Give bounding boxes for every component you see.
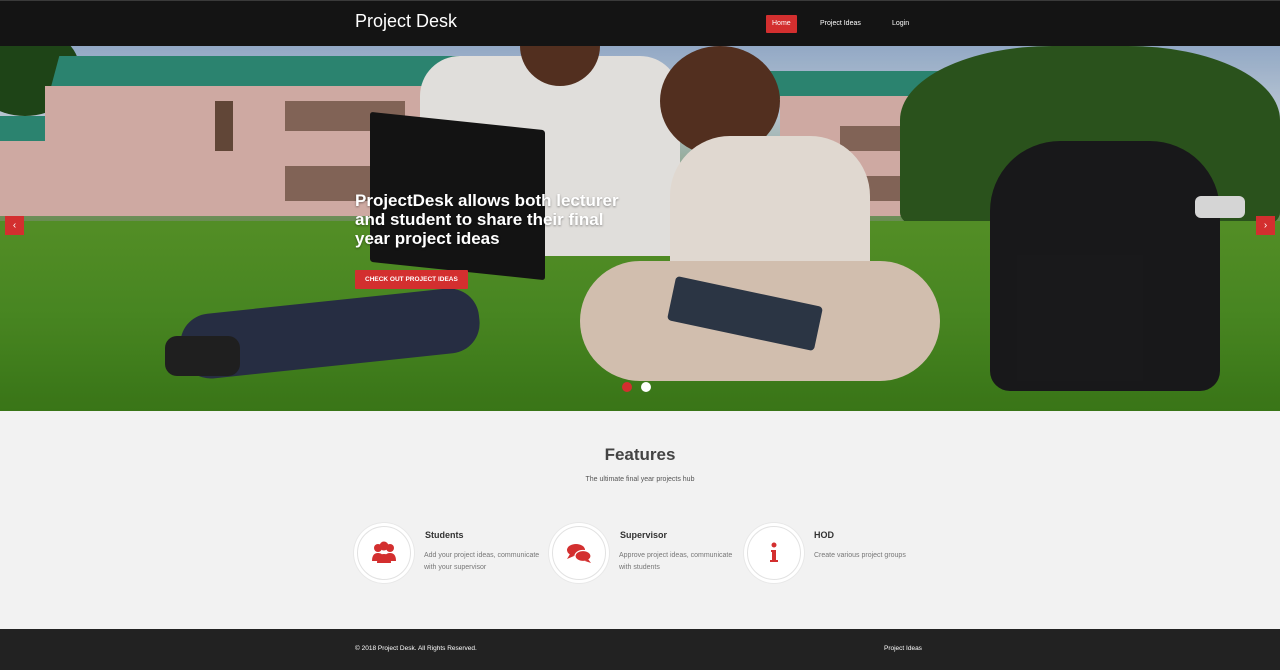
nav-login[interactable]: Login <box>886 15 915 33</box>
footer-project-ideas-link[interactable]: Project Ideas <box>884 645 922 652</box>
feature-name-hod: HOD <box>814 530 834 540</box>
footer: © 2018 Project Desk. All Rights Reserved… <box>0 629 1280 670</box>
feature-desc-students: Add your project ideas, communicate with… <box>424 552 540 571</box>
footer-copyright: © 2018 Project Desk. All Rights Reserved… <box>355 645 477 652</box>
carousel-next-button[interactable]: › <box>1256 216 1275 235</box>
carousel-indicator-2[interactable] <box>641 382 651 392</box>
info-icon <box>748 527 800 579</box>
nav-project-ideas[interactable]: Project Ideas <box>814 15 867 33</box>
chevron-right-icon: › <box>1263 220 1268 231</box>
feature-desc-hod: Create various project groups <box>814 552 906 559</box>
users-icon <box>358 527 410 579</box>
features-subtitle: The ultimate final year projects hub <box>585 476 695 483</box>
supervisor-feature-icon-circle <box>552 526 606 580</box>
hero-title: ProjectDesk allows both lecturer and stu… <box>355 191 619 248</box>
carousel-prev-button[interactable]: ‹ <box>5 216 24 235</box>
features-title: Features <box>604 445 676 464</box>
brand-logo[interactable]: Project Desk <box>355 11 457 32</box>
hod-feature-icon-circle <box>747 526 801 580</box>
students-feature-icon-circle <box>357 526 411 580</box>
feature-name-students: Students <box>425 530 464 540</box>
hero-overlay <box>0 46 1280 411</box>
check-out-project-ideas-button[interactable]: CHECK OUT PROJECT IDEAS <box>355 270 468 289</box>
feature-name-supervisor: Supervisor <box>620 530 668 540</box>
chevron-left-icon: ‹ <box>12 220 17 231</box>
feature-desc-supervisor: Approve project ideas, communicate with … <box>619 552 733 571</box>
carousel-indicator-1[interactable] <box>622 382 632 392</box>
navbar: Project Desk Home Project Ideas Login <box>0 0 1280 46</box>
comments-icon <box>553 527 605 579</box>
hero-carousel: ProjectDesk allows both lecturer and stu… <box>0 46 1280 411</box>
nav-home[interactable]: Home <box>766 15 797 33</box>
